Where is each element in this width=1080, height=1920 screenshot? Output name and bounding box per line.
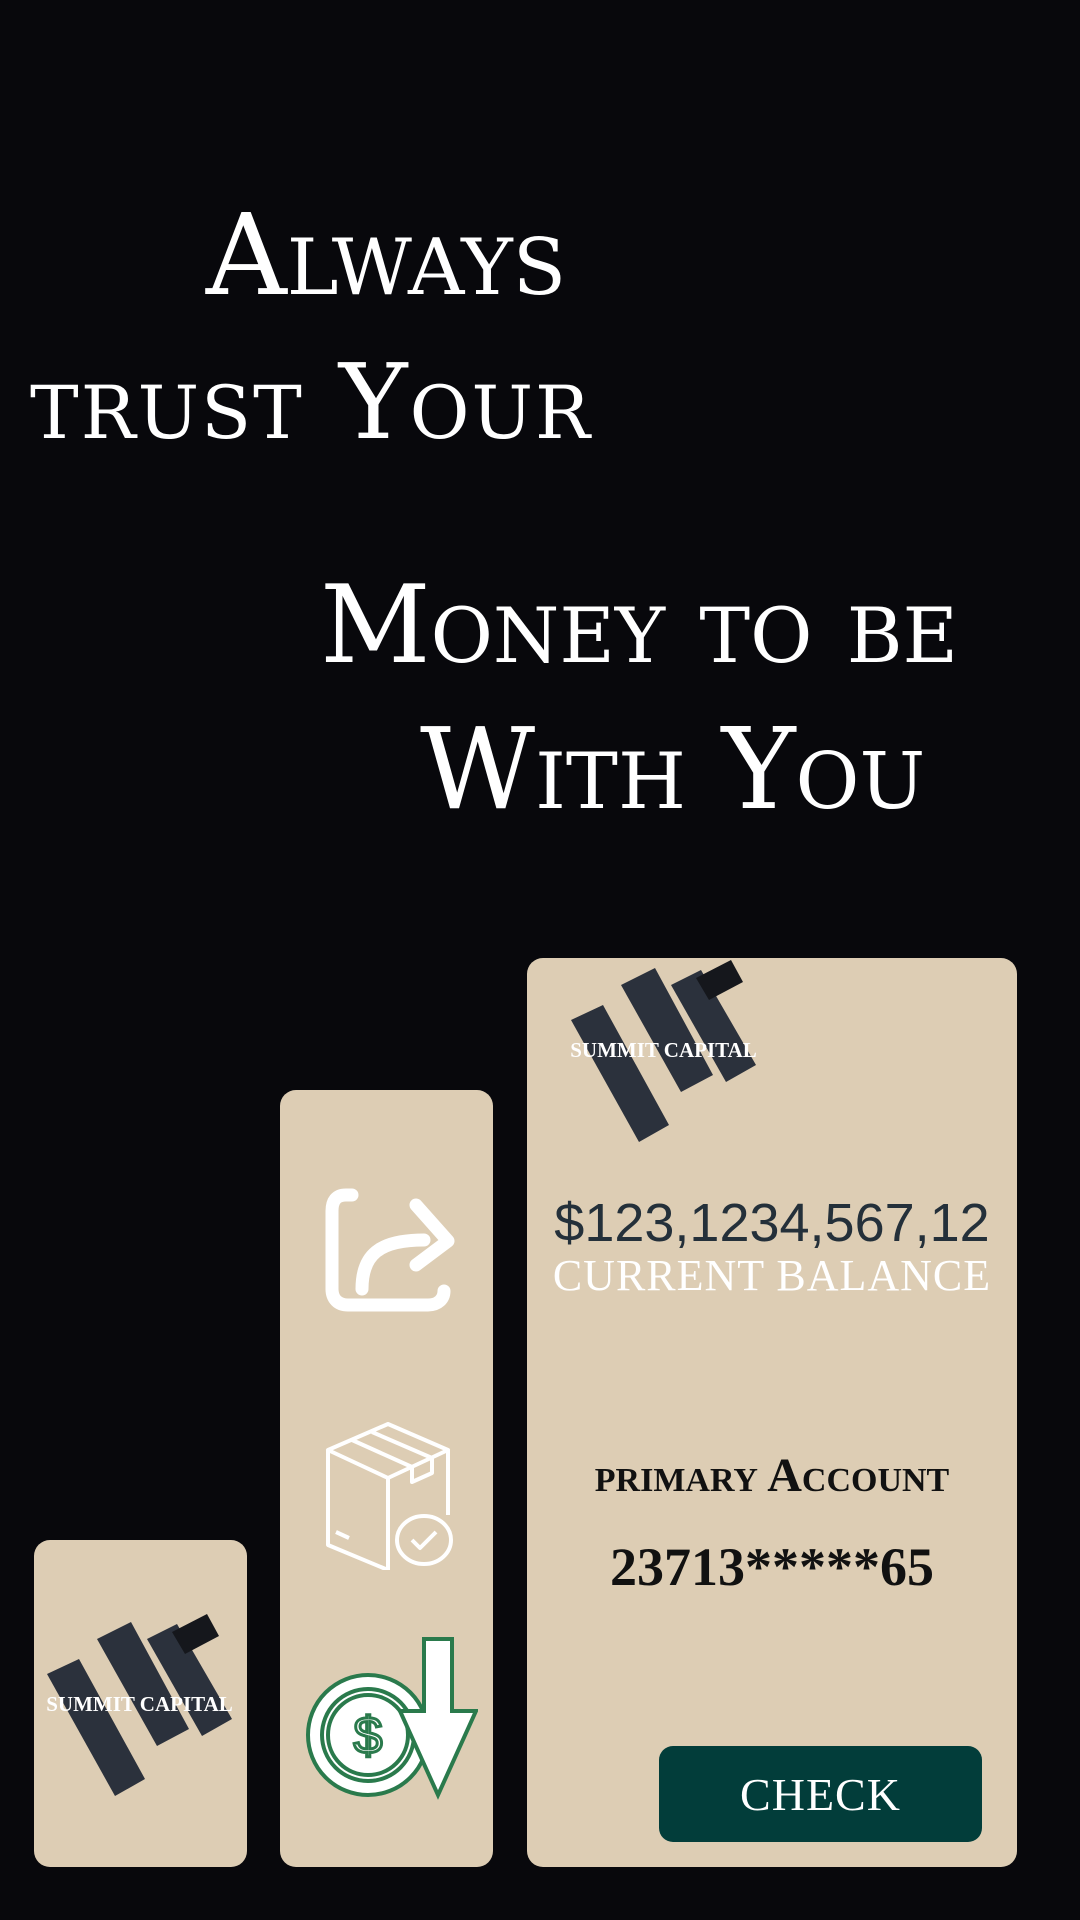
- brand-name: SUMMIT CAPITAL: [570, 1038, 757, 1062]
- brand-name: SUMMIT CAPITAL: [46, 1692, 233, 1716]
- account-card: SUMMIT CAPITAL $123,1234,567,12 CURRENT …: [527, 958, 1017, 1867]
- check-button[interactable]: CHECK: [659, 1746, 982, 1842]
- headline-line-4: With You: [420, 705, 926, 835]
- headline-line-1: Always: [205, 191, 567, 321]
- svg-text:$: $: [354, 1707, 383, 1765]
- summit-capital-logo: SUMMIT CAPITAL: [561, 960, 766, 1142]
- headline-line-2: trust Your: [30, 341, 592, 463]
- package-check-icon: [326, 1422, 453, 1570]
- headline-line-3: Money to be: [320, 563, 959, 688]
- summit-capital-logo: SUMMIT CAPITAL: [37, 1614, 242, 1796]
- actions-card: $: [280, 1090, 493, 1867]
- share-icon[interactable]: [324, 1185, 455, 1314]
- balance-amount: $123,1234,567,12: [554, 1193, 990, 1253]
- account-number: 23713*****65: [610, 1537, 934, 1597]
- balance-label: CURRENT BALANCE: [552, 1251, 992, 1300]
- brand-card[interactable]: SUMMIT CAPITAL: [34, 1540, 247, 1867]
- coin-withdraw-icon[interactable]: $: [306, 1635, 478, 1800]
- account-label: primary Account: [594, 1449, 950, 1502]
